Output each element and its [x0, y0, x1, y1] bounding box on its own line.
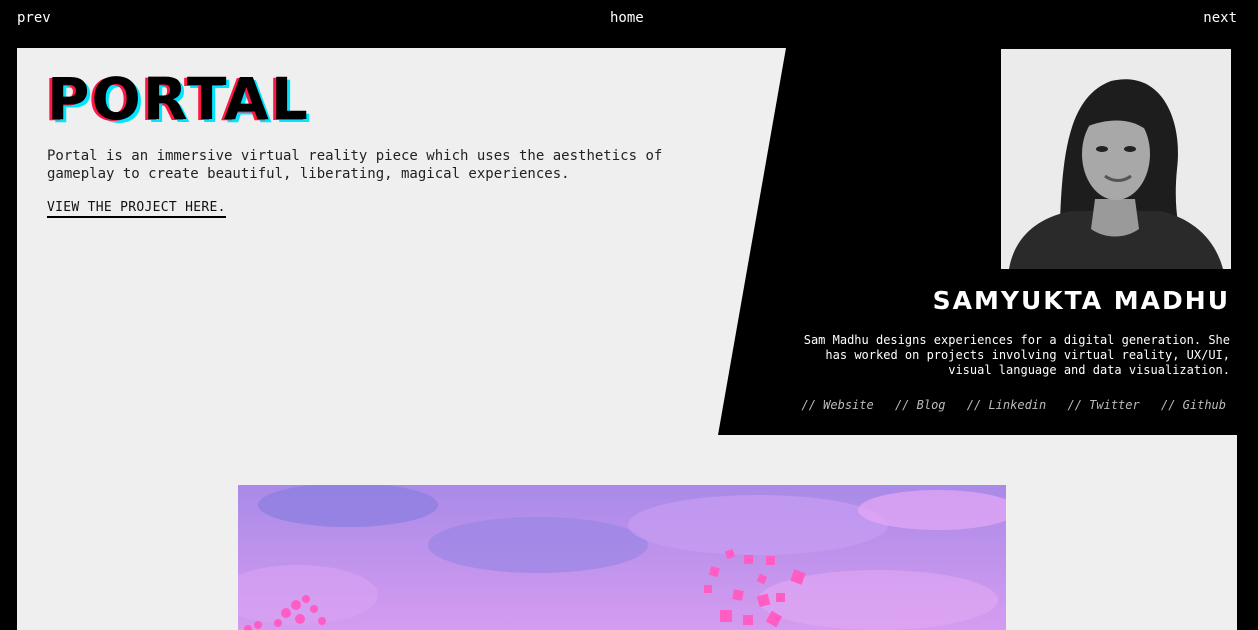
top-nav: prev home next	[0, 0, 1258, 48]
blog-link[interactable]: // Blog	[895, 398, 946, 412]
project-description: Portal is an immersive virtual reality p…	[47, 148, 663, 182]
author-photo	[1001, 49, 1231, 269]
website-link[interactable]: // Website	[801, 398, 873, 412]
github-link[interactable]: // Github	[1161, 398, 1226, 412]
content-panel: PORTAL Portal is an immersive virtual re…	[17, 48, 1237, 630]
author-bio: Sam Madhu designs experiences for a digi…	[803, 333, 1230, 377]
next-link[interactable]: next	[1203, 10, 1237, 26]
linkedin-link[interactable]: // Linkedin	[967, 398, 1046, 412]
author-name: SAMYUKTA MADHU	[932, 286, 1230, 315]
prev-link[interactable]: prev	[17, 10, 51, 26]
twitter-link[interactable]: // Twitter	[1067, 398, 1139, 412]
project-hero-image	[238, 485, 1006, 630]
home-link[interactable]: home	[610, 10, 644, 26]
project-title: PORTAL	[47, 65, 310, 133]
view-project-link[interactable]: VIEW THE PROJECT HERE.	[47, 200, 226, 218]
social-links: // Website // Blog // Linkedin // Twitte…	[787, 398, 1226, 412]
